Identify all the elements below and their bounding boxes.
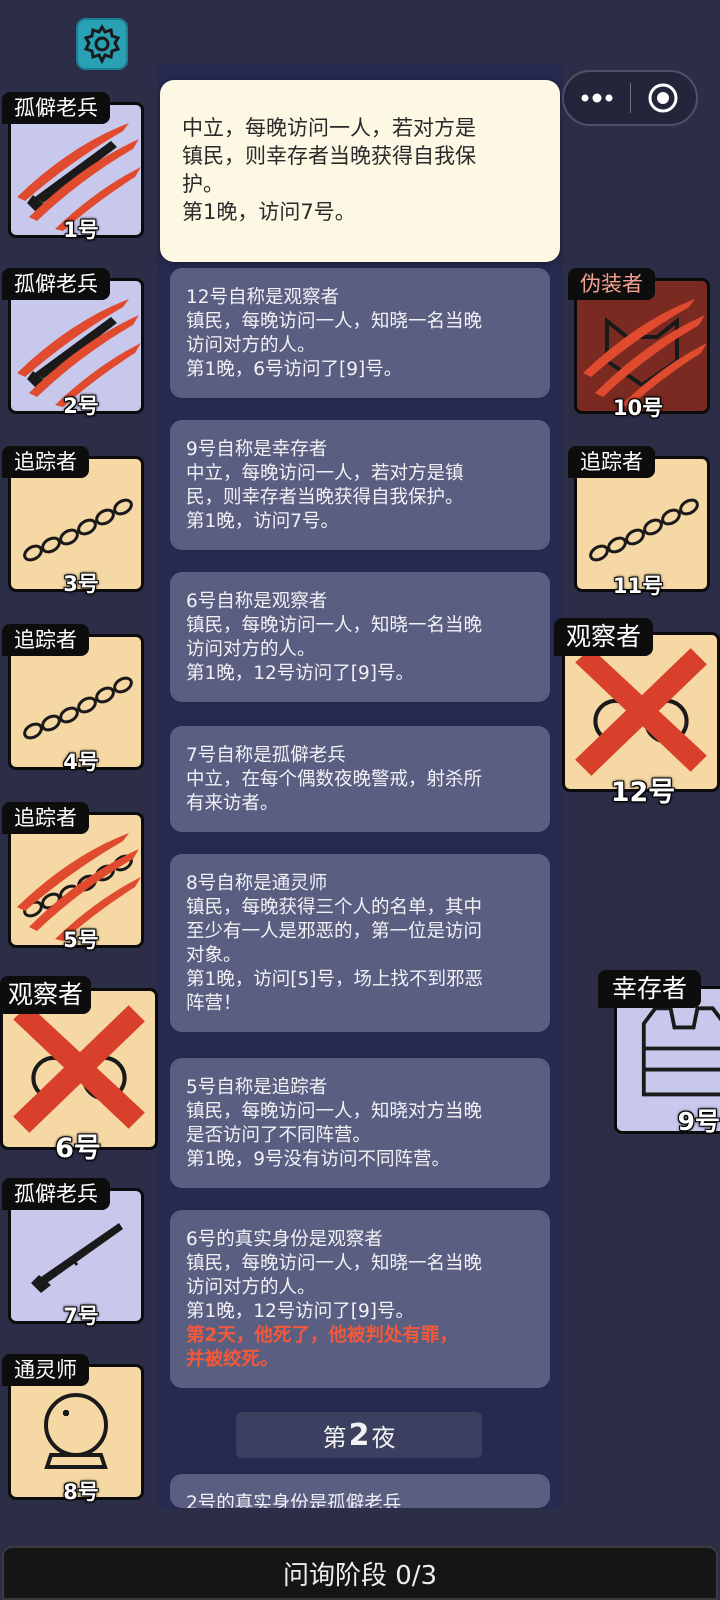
tooltip-line: 第1晚，访问7号。 — [182, 200, 356, 224]
death-notice: 第2天，他死了，他被判处有罪， — [186, 1325, 458, 1346]
log-message: 9号自称是幸存者 中立，每晚访问一人，若对方是镇 民，则幸存者当晚获得自我保护。… — [170, 420, 550, 550]
role-label: 孤僻老兵 — [2, 268, 110, 300]
more-dots-icon — [581, 93, 613, 103]
message-title: 8号自称是通灵师 — [186, 873, 328, 894]
message-line: 第1晚，访问[5]号，场上找不到邪恶 — [186, 969, 483, 990]
role-label: 通灵师 — [2, 1354, 89, 1386]
message-title: 2号的真实身份是孤僻老兵 — [186, 1493, 402, 1508]
settings-button[interactable] — [76, 18, 128, 70]
dead-x-icon — [13, 1005, 145, 1133]
log-message: 12号自称是观察者 镇民，每晚访问一人，知晓一名当晚 访问对方的人。 第1晚，6… — [170, 268, 550, 398]
message-line: 阵营！ — [186, 993, 242, 1014]
role-label: 幸存者 — [598, 970, 702, 1008]
seat-number: 1号 — [63, 218, 99, 242]
role-label: 孤僻老兵 — [2, 92, 110, 124]
message-title: 7号自称是孤僻老兵 — [186, 745, 346, 766]
message-line: 第1晚，9号没有访问不同阵营。 — [186, 1149, 451, 1170]
message-line: 访问对方的人。 — [186, 335, 316, 356]
log-message: 2号的真实身份是孤僻老兵 — [170, 1474, 550, 1508]
player-3[interactable]: 追踪者 3号 — [2, 446, 148, 598]
player-8[interactable]: 通灵师 8号 — [2, 1354, 148, 1506]
message-line: 镇民，每晚访问一人，知晓一名当晚 — [186, 615, 483, 636]
message-title: 5号自称是追踪者 — [186, 1077, 328, 1098]
role-label: 伪装者 — [568, 268, 655, 300]
log-message: 7号自称是孤僻老兵 中立，在每个偶数夜晚警戒，射杀所 有来访者。 — [170, 726, 550, 832]
role-label: 孤僻老兵 — [2, 1178, 110, 1210]
tooltip-line: 中立，每晚访问一人，若对方是 — [182, 116, 476, 140]
message-line: 第1晚，12号访问了[9]号。 — [186, 1301, 415, 1322]
seat-number: 4号 — [63, 750, 99, 774]
role-label: 追踪者 — [2, 802, 89, 834]
night-prefix: 第 — [322, 1423, 347, 1452]
gear-icon — [83, 24, 121, 64]
role-label: 追踪者 — [2, 446, 89, 478]
player-1[interactable]: 孤僻老兵 1号 — [2, 92, 148, 244]
message-line: 镇民，每晚访问一人，知晓对方当晚 — [186, 1101, 483, 1122]
message-title: 6号的真实身份是观察者 — [186, 1229, 383, 1250]
log-message: 8号自称是通灵师 镇民，每晚获得三个人的名单，其中 至少有一人是邪恶的，第一位是… — [170, 854, 550, 1032]
player-11[interactable]: 追踪者 11号 — [568, 446, 712, 598]
role-label: 追踪者 — [568, 446, 655, 478]
message-line: 民，则幸存者当晚获得自我保护。 — [186, 487, 464, 508]
seat-number: 8号 — [63, 1480, 99, 1504]
message-line: 至少有一人是邪恶的，第一位是访问 — [186, 921, 483, 942]
night-suffix: 夜 — [371, 1423, 396, 1452]
target-circle-icon — [648, 83, 678, 113]
seat-number: 9号 — [677, 1107, 720, 1136]
log-message: 5号自称是追踪者 镇民，每晚访问一人，知晓对方当晚 是否访问了不同阵营。 第1晚… — [170, 1058, 550, 1188]
tooltip-line: 镇民，则幸存者当晚获得自我保 — [182, 144, 476, 168]
more-button[interactable] — [564, 72, 630, 124]
seat-number: 3号 — [63, 572, 99, 596]
tooltip-line: 护。 — [182, 172, 224, 196]
player-6[interactable]: 观察者 6号 — [0, 976, 160, 1166]
role-tooltip: 中立，每晚访问一人，若对方是 镇民，则幸存者当晚获得自我保 护。 第1晚，访问7… — [160, 80, 560, 262]
message-line: 镇民，每晚访问一人，知晓一名当晚 — [186, 1253, 483, 1274]
mini-program-capsule — [562, 70, 698, 126]
log-message: 6号的真实身份是观察者 镇民，每晚访问一人，知晓一名当晚 访问对方的人。 第1晚… — [170, 1210, 550, 1388]
phase-status-bar: 问询阶段 0/3 — [2, 1546, 718, 1600]
player-9[interactable]: 幸存者 9号 — [598, 970, 720, 1162]
message-line: 镇民，每晚获得三个人的名单，其中 — [186, 897, 483, 918]
player-4[interactable]: 追踪者 4号 — [2, 624, 148, 776]
seat-number: 2号 — [63, 394, 99, 418]
seat-number: 10号 — [612, 396, 664, 420]
player-12[interactable]: 观察者 12号 — [554, 618, 720, 808]
seat-number: 11号 — [612, 574, 664, 598]
night-divider: 第 2 夜 — [236, 1412, 482, 1458]
seat-number: 6号 — [55, 1133, 101, 1164]
message-line: 第1晚，12号访问了[9]号。 — [186, 663, 415, 684]
player-7[interactable]: 孤僻老兵 7号 — [2, 1178, 148, 1330]
role-label: 追踪者 — [2, 624, 89, 656]
player-5[interactable]: 追踪者 5号 — [2, 802, 148, 954]
log-message: 6号自称是观察者 镇民，每晚访问一人，知晓一名当晚 访问对方的人。 第1晚，12… — [170, 572, 550, 702]
message-title: 9号自称是幸存者 — [186, 439, 328, 460]
death-notice: 并被绞死。 — [186, 1349, 279, 1370]
message-line: 有来访者。 — [186, 793, 279, 814]
role-card — [562, 632, 720, 792]
message-line: 是否访问了不同阵营。 — [186, 1125, 372, 1146]
player-10[interactable]: 伪装者 10号 — [568, 268, 712, 420]
message-line: 中立，在每个偶数夜晚警戒，射杀所 — [186, 769, 483, 790]
message-line: 访问对方的人。 — [186, 639, 316, 660]
message-line: 第1晚，6号访问了[9]号。 — [186, 359, 403, 380]
night-number: 2 — [348, 1417, 370, 1453]
seat-number: 5号 — [63, 928, 99, 952]
seat-number: 7号 — [63, 1304, 99, 1328]
message-title: 12号自称是观察者 — [186, 287, 340, 308]
player-2[interactable]: 孤僻老兵 2号 — [2, 268, 148, 420]
message-line: 镇民，每晚访问一人，知晓一名当晚 — [186, 311, 483, 332]
phase-label: 问询阶段 0/3 — [282, 1560, 438, 1591]
message-line: 对象。 — [186, 945, 242, 966]
message-line: 第1晚，访问7号。 — [186, 511, 340, 532]
seat-number: 12号 — [610, 777, 676, 808]
role-label: 观察者 — [0, 976, 92, 1014]
message-line: 访问对方的人。 — [186, 1277, 316, 1298]
message-title: 6号自称是观察者 — [186, 591, 328, 612]
role-label: 观察者 — [554, 618, 654, 656]
close-button[interactable] — [631, 72, 697, 124]
message-line: 中立，每晚访问一人，若对方是镇 — [186, 463, 464, 484]
dead-x-icon — [575, 648, 707, 776]
